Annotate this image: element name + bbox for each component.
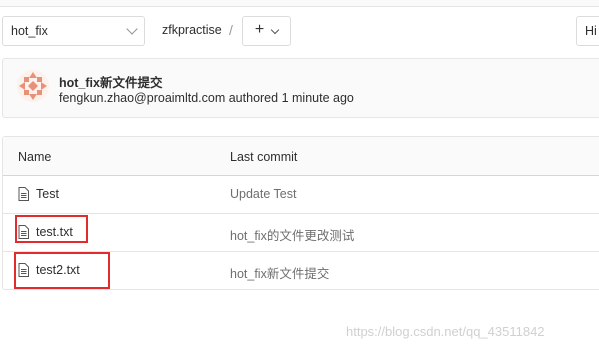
branch-select-value: hot_fix xyxy=(11,24,48,38)
file-icon xyxy=(18,187,29,201)
breadcrumb-separator: / xyxy=(229,22,233,38)
commit-author[interactable]: fengkun.zhao@proaimltd.com xyxy=(59,91,225,105)
add-dropdown-button[interactable]: + xyxy=(242,16,291,46)
last-commit-message[interactable]: hot_fix新文件提交 xyxy=(230,263,329,282)
file-name[interactable]: Test xyxy=(36,187,59,201)
table-row[interactable]: test.txt hot_fix的文件更改测试 xyxy=(3,214,599,252)
commit-action: authored xyxy=(228,91,279,105)
chevron-down-icon xyxy=(126,23,138,35)
commit-meta: fengkun.zhao@proaimltd.com authored 1 mi… xyxy=(59,91,354,105)
table-header: Name Last commit xyxy=(3,137,599,176)
table-row[interactable]: Test Update Test xyxy=(3,176,599,214)
history-button[interactable]: Hi xyxy=(576,16,599,46)
breadcrumb-project[interactable]: zfkpractise xyxy=(162,23,222,37)
commit-time: 1 minute ago xyxy=(281,91,354,105)
highlight-box-test-txt xyxy=(15,215,88,243)
last-commit-panel: hot_fix新文件提交 fengkun.zhao@proaimltd.com … xyxy=(2,58,599,118)
branch-select[interactable]: hot_fix xyxy=(2,16,145,46)
last-commit-message[interactable]: hot_fix的文件更改测试 xyxy=(230,225,354,244)
commit-title[interactable]: hot_fix新文件提交 xyxy=(59,72,162,91)
avatar[interactable] xyxy=(17,70,49,102)
top-divider xyxy=(0,0,599,7)
plus-icon: + xyxy=(254,21,265,38)
last-commit-message[interactable]: Update Test xyxy=(230,187,296,201)
watermark-text: https://blog.csdn.net/qq_43511842 xyxy=(346,324,545,339)
highlight-box-test2-txt xyxy=(14,252,110,289)
column-header-name: Name xyxy=(18,150,52,164)
chevron-down-icon xyxy=(270,25,280,34)
column-header-last-commit: Last commit xyxy=(230,150,298,164)
